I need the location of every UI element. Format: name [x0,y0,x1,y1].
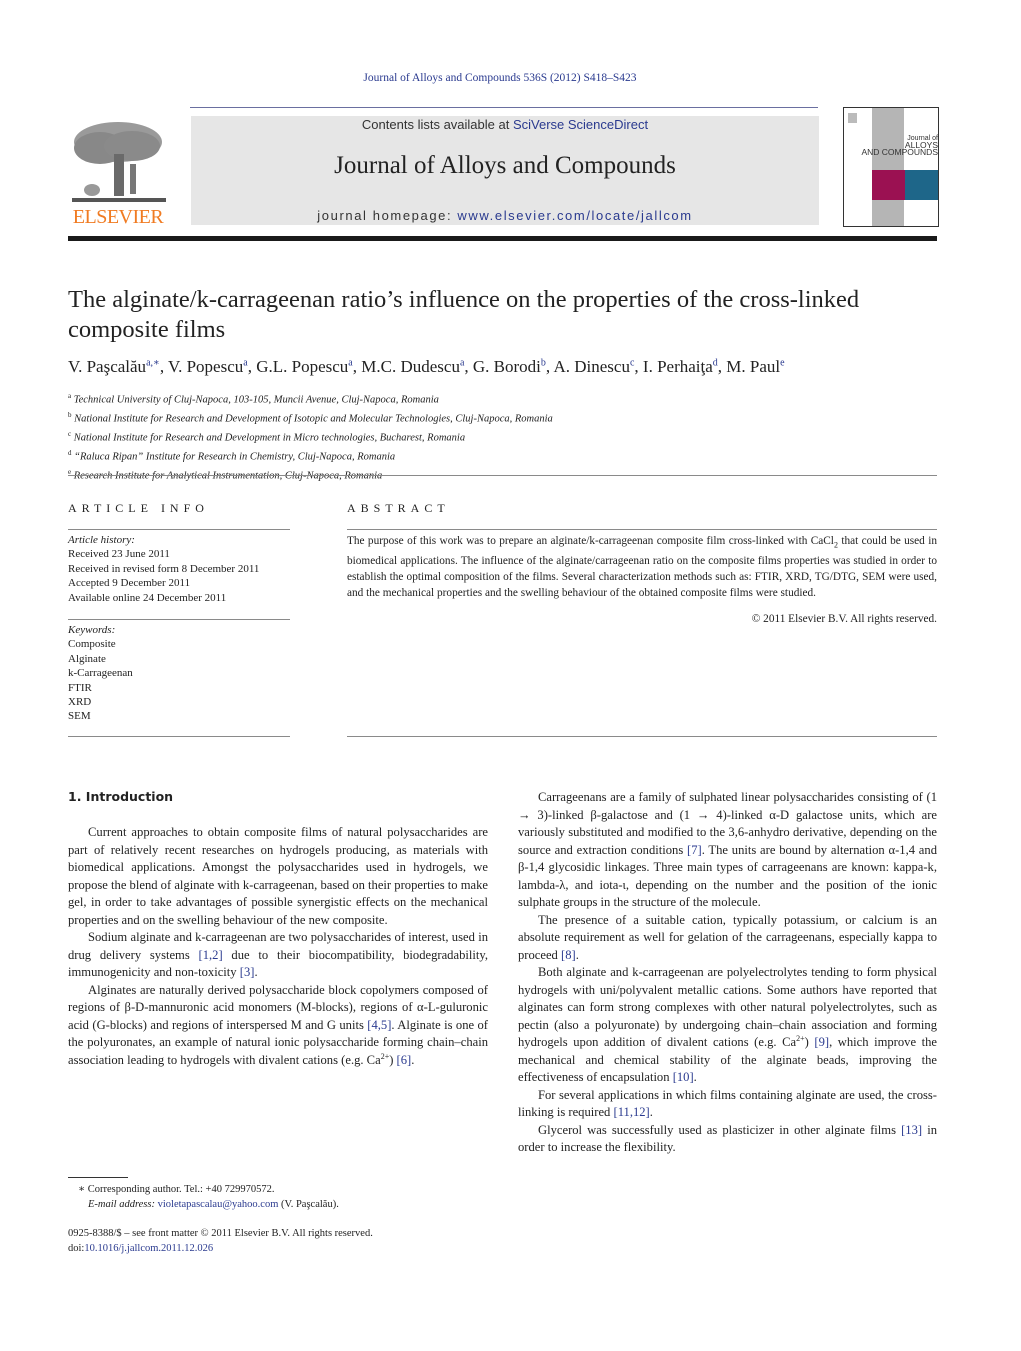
homepage-line: journal homepage: www.elsevier.com/locat… [191,208,819,223]
keywords-rule [68,619,290,620]
doi-line: doi:10.1016/j.jallcom.2011.12.026 [68,1243,214,1254]
abstract-bottom-rule [347,736,937,737]
keyword-item: SEM [68,710,91,723]
history-item: Received 23 June 2011 [68,548,170,561]
paragraph: The presence of a suitable cation, typic… [518,912,937,962]
article-info-heading: ARTICLE INFO [68,501,209,515]
header-thick-rule [68,236,937,241]
section-heading-introduction: 1. Introduction [68,789,174,804]
doi-link[interactable]: 10.1016/j.jallcom.2011.12.026 [84,1243,213,1254]
affiliation-item: b National Institute for Research and De… [68,411,553,425]
paragraph: For several applications in which films … [518,1087,937,1120]
citation-link[interactable]: [7] [687,843,702,857]
history-item: Received in revised form 8 December 2011 [68,562,260,575]
journal-reference[interactable]: Journal of Alloys and Compounds 536S (20… [0,72,1000,84]
citation-link[interactable]: [4,5] [367,1018,391,1032]
article-history: Article history: Received 23 June 2011 R… [68,533,290,605]
contents-prefix: Contents lists available at [361,117,513,132]
body-column-left: Current approaches to obtain composite f… [68,824,488,1069]
citation-link[interactable]: [10] [673,1070,694,1084]
author-affiliation-marker[interactable]: e [780,357,784,368]
author: I. Perhaiţad [642,357,718,376]
cover-publisher-icon [848,113,857,123]
corresponding-author-line: ∗ Corresponding author. Tel.: +40 729970… [78,1184,275,1195]
journal-cover[interactable]: Journal of ALLOYS AND COMPOUNDS [843,107,939,227]
article-title: The alginate/k-carrageenan ratio’s influ… [68,286,860,343]
affiliation-list: a Technical University of Cluj-Napoca, 1… [68,389,768,484]
cover-teal-block [905,170,938,200]
keyword-item: Composite [68,638,116,651]
affiliations-rule [68,475,937,476]
keywords: Keywords: Composite Alginate k-Carrageen… [68,623,290,724]
keyword-item: FTIR [68,681,92,694]
paragraph: Current approaches to obtain composite f… [68,825,488,927]
citation-link[interactable]: [13] [901,1123,922,1137]
keyword-item: Alginate [68,652,106,665]
paragraph: Sodium alginate and k-carrageenan are tw… [68,930,488,979]
affiliation-item: d “Raluca Ripan” Institute for Research … [68,449,396,463]
author-affiliation-marker[interactable]: a [243,357,247,368]
issn-block: 0925-8388/$ – see front matter © 2011 El… [68,1226,498,1256]
author: G. Borodib [472,357,546,376]
sciencedirect-link[interactable]: SciVerse ScienceDirect [513,117,648,132]
paragraph: Both alginate and k-carrageenan are poly… [518,965,938,1084]
citation-link[interactable]: [11,12] [614,1105,650,1119]
cover-title-line3: AND COMPOUNDS [861,147,938,157]
article-info-rule [68,529,290,530]
author-affiliation-marker[interactable]: c [630,357,634,368]
elsevier-wordmark: ELSEVIER [72,206,164,228]
paragraph: Carrageenans are a family of sulphated l… [518,790,937,909]
abstract-copyright: © 2011 Elsevier B.V. All rights reserved… [751,613,937,625]
article-history-label: Article history: [68,534,135,546]
elsevier-logo[interactable]: ELSEVIER [68,118,168,228]
body-column-right: Carrageenans are a family of sulphated l… [518,789,937,1157]
citation-link[interactable]: [9] [814,1035,829,1049]
cover-grey-band-bottom [872,200,904,226]
email-line: E-mail address: violetapascalau@yahoo.co… [88,1199,339,1210]
journal-title: Journal of Alloys and Compounds [334,152,676,179]
citation-link[interactable]: [6] [397,1053,412,1067]
history-item: Available online 24 December 2011 [68,591,227,604]
keyword-item: k-Carrageenan [68,667,133,680]
header-rule [190,107,818,108]
homepage-prefix: journal homepage: [317,208,458,223]
author: V. Popescua [168,357,248,376]
cover-title: Journal of ALLOYS AND COMPOUNDS [848,135,938,156]
article-info-bottom-rule [68,736,290,737]
keyword-item: XRD [68,696,92,709]
cover-magenta-block [872,170,905,200]
homepage-link[interactable]: www.elsevier.com/locate/jallcom [457,208,692,223]
author: V. Paşcalăua,∗ [68,357,160,376]
author: A. Dinescuc [553,357,635,376]
author: M.C. Dudescua [361,357,465,376]
author: M. Paule [726,357,785,376]
history-item: Accepted 9 December 2011 [68,577,191,590]
author-affiliation-marker[interactable]: a,∗ [146,357,160,368]
author-affiliation-marker[interactable]: a [348,357,352,368]
paragraph: Glycerol was successfully used as plasti… [518,1122,937,1155]
keywords-label: Keywords: [68,624,116,636]
elsevier-tree-icon [72,122,166,202]
corresponding-author-footnote: ∗ Corresponding author. Tel.: +40 729970… [78,1182,498,1212]
author: G.L. Popescua [256,357,353,376]
affiliation-item: c National Institute for Research and De… [68,430,466,444]
citation-link[interactable]: [3] [240,965,255,979]
citation-link[interactable]: [8] [561,948,576,962]
citation-link[interactable]: [1,2] [199,948,223,962]
author-affiliation-marker[interactable]: d [713,357,718,368]
author-list: V. Paşcalăua,∗, V. Popescua, G.L. Popesc… [68,357,785,376]
issn-line: 0925-8388/$ – see front matter © 2011 El… [68,1228,373,1239]
journal-banner: Contents lists available at SciVerse Sci… [191,116,819,225]
paragraph: Alginates are naturally derived polysacc… [68,982,488,1067]
footnote-rule [68,1177,128,1178]
author-affiliation-marker[interactable]: a [460,357,464,368]
author-affiliation-marker[interactable]: b [541,357,546,368]
abstract-rule [347,529,937,530]
email-link[interactable]: violetapascalau@yahoo.com [158,1199,279,1210]
abstract-text: The purpose of this work was to prepare … [347,535,937,600]
affiliation-item: a Technical University of Cluj-Napoca, 1… [68,392,439,406]
contents-line: Contents lists available at SciVerse Sci… [191,117,819,132]
abstract-heading: ABSTRACT [347,501,450,515]
